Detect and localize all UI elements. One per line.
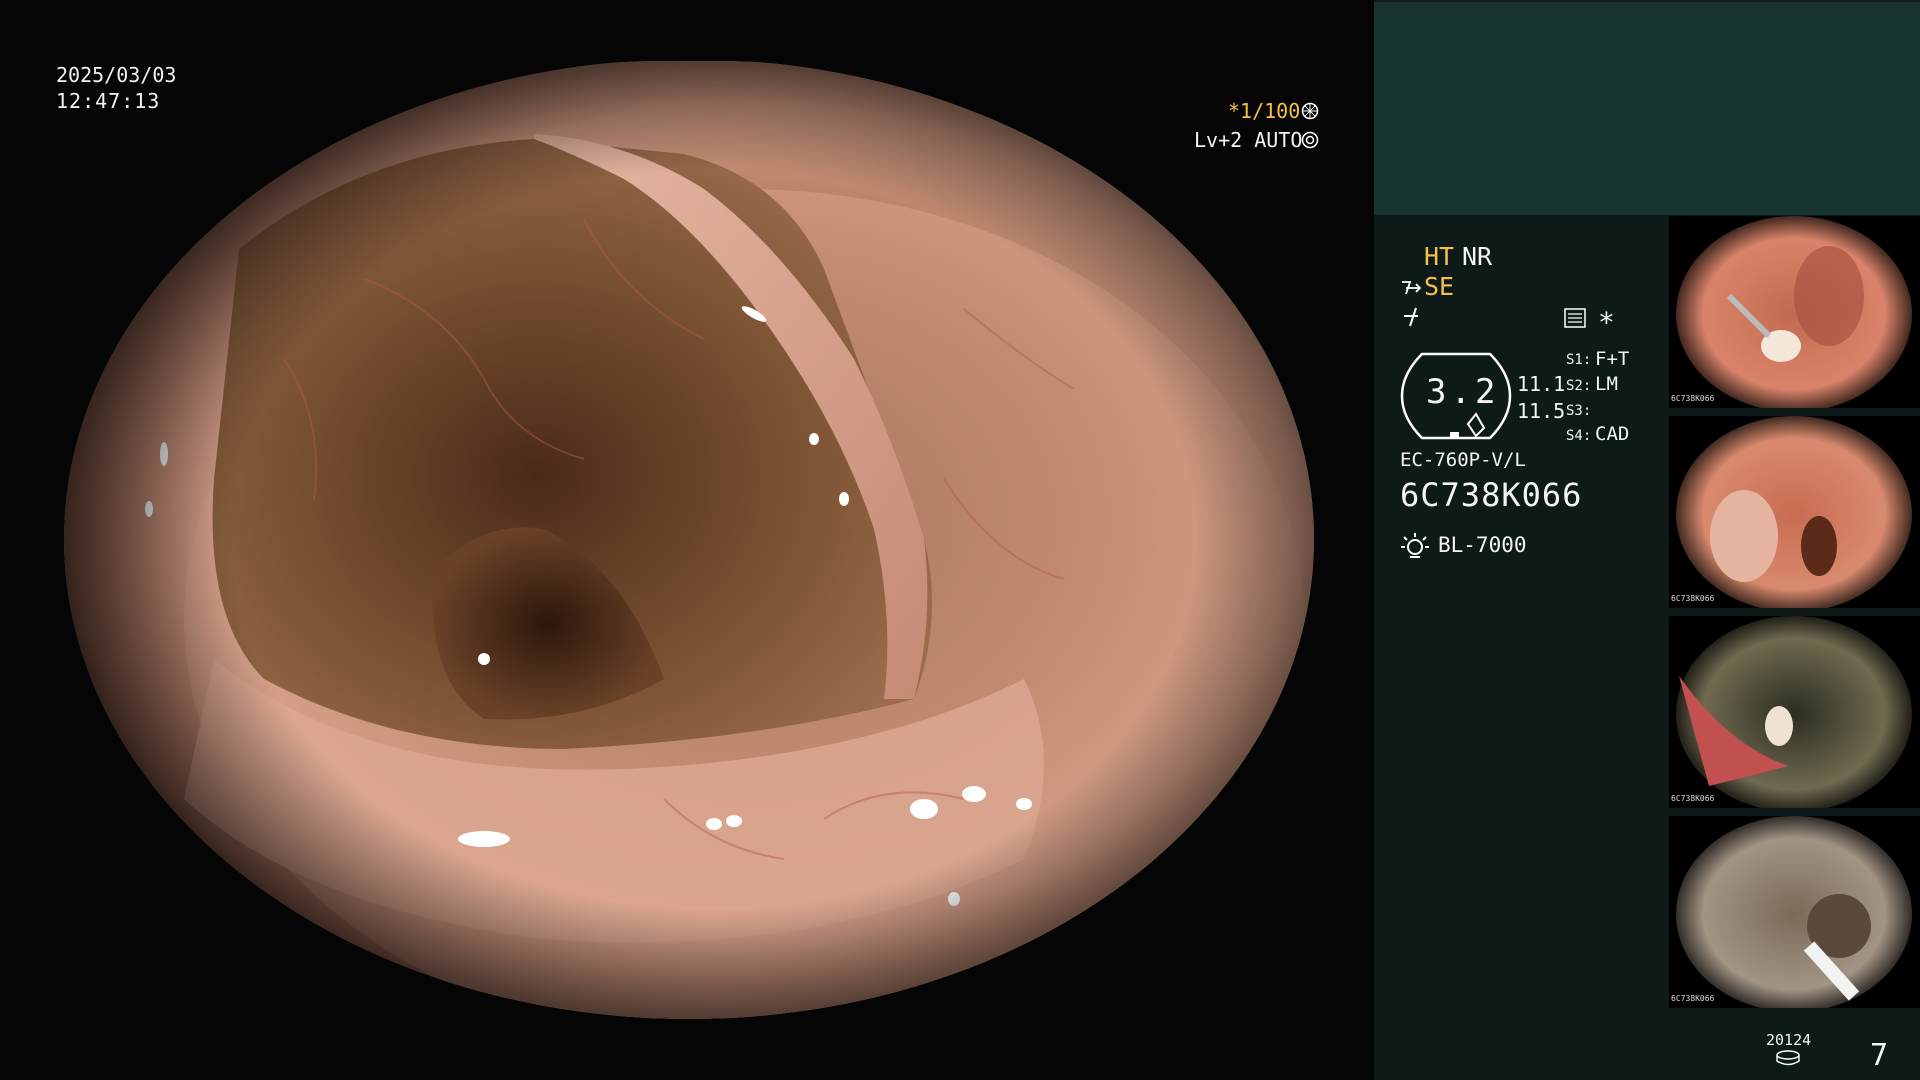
setting-s2-label: S2: xyxy=(1566,378,1592,394)
setting-s2-value: LM xyxy=(1595,373,1618,395)
mode-nr: NR xyxy=(1462,242,1493,271)
thumbnail-1-id: 6C738K066 xyxy=(1671,394,1715,403)
scope-serial: 6C738K066 xyxy=(1400,476,1583,514)
panel-header-area xyxy=(1374,2,1920,215)
marker-asterisk: * xyxy=(1598,306,1615,339)
exam-date: 2025/03/03 xyxy=(56,63,177,87)
light-source: BL-7000 xyxy=(1438,533,1527,557)
thumbnail-1-image xyxy=(1676,216,1912,408)
thumbnail-4[interactable]: 6C738K066 xyxy=(1669,816,1920,1008)
iris-icon xyxy=(1301,131,1319,149)
thumbnail-3-id: 6C738K066 xyxy=(1671,794,1715,803)
scope-angle-icon xyxy=(1402,281,1422,295)
thumbnail-2-image xyxy=(1676,416,1912,608)
setting-s1-label: S1: xyxy=(1566,352,1592,368)
light-bulb-icon xyxy=(1401,533,1429,558)
scope-model: EC-760P-V/L xyxy=(1400,449,1526,471)
scale-reading-a: 11.1 xyxy=(1517,372,1566,396)
thumbnail-4-id: 6C738K066 xyxy=(1671,994,1715,1003)
endoscopy-screen: 2025/03/03 12:47:13 *1/100 Lv+2 AUTO HT … xyxy=(0,0,1920,1080)
thumbnail-1[interactable]: 6C738K066 xyxy=(1669,216,1920,408)
scale-reading-b: 11.5 xyxy=(1517,399,1566,423)
endoscope-live-image xyxy=(64,61,1314,1019)
setting-s4-value: CAD xyxy=(1595,423,1630,445)
setting-s4-label: S4: xyxy=(1566,428,1592,444)
thumbnail-4-image xyxy=(1676,816,1912,1008)
brightness-level: Lv+2 AUTO xyxy=(1194,128,1303,152)
freeze-icon xyxy=(1404,307,1418,327)
disk-icon xyxy=(1776,1050,1800,1066)
setting-s1-value: F+T xyxy=(1595,348,1630,370)
mode-ht: HT xyxy=(1424,242,1455,271)
image-counter: 20124 xyxy=(1766,1031,1812,1049)
thumbnail-2[interactable]: 6C738K066 xyxy=(1669,416,1920,608)
setting-s3-label: S3: xyxy=(1566,403,1592,419)
thumbnail-3[interactable]: 6C738K066 xyxy=(1669,616,1920,808)
shutter-speed: *1/100 xyxy=(1228,99,1301,123)
thumbnail-2-id: 6C738K066 xyxy=(1671,594,1715,603)
colon-lumen-image xyxy=(64,61,1314,1019)
exam-time: 12:47:13 xyxy=(56,89,161,113)
settings-list-icon xyxy=(1564,308,1586,328)
aperture-icon xyxy=(1301,102,1319,120)
thumbnail-3-image xyxy=(1676,616,1912,808)
page-number: 7 xyxy=(1870,1038,1889,1073)
mode-se: SE xyxy=(1424,272,1455,301)
scale-value: 3.2 xyxy=(1426,372,1500,412)
